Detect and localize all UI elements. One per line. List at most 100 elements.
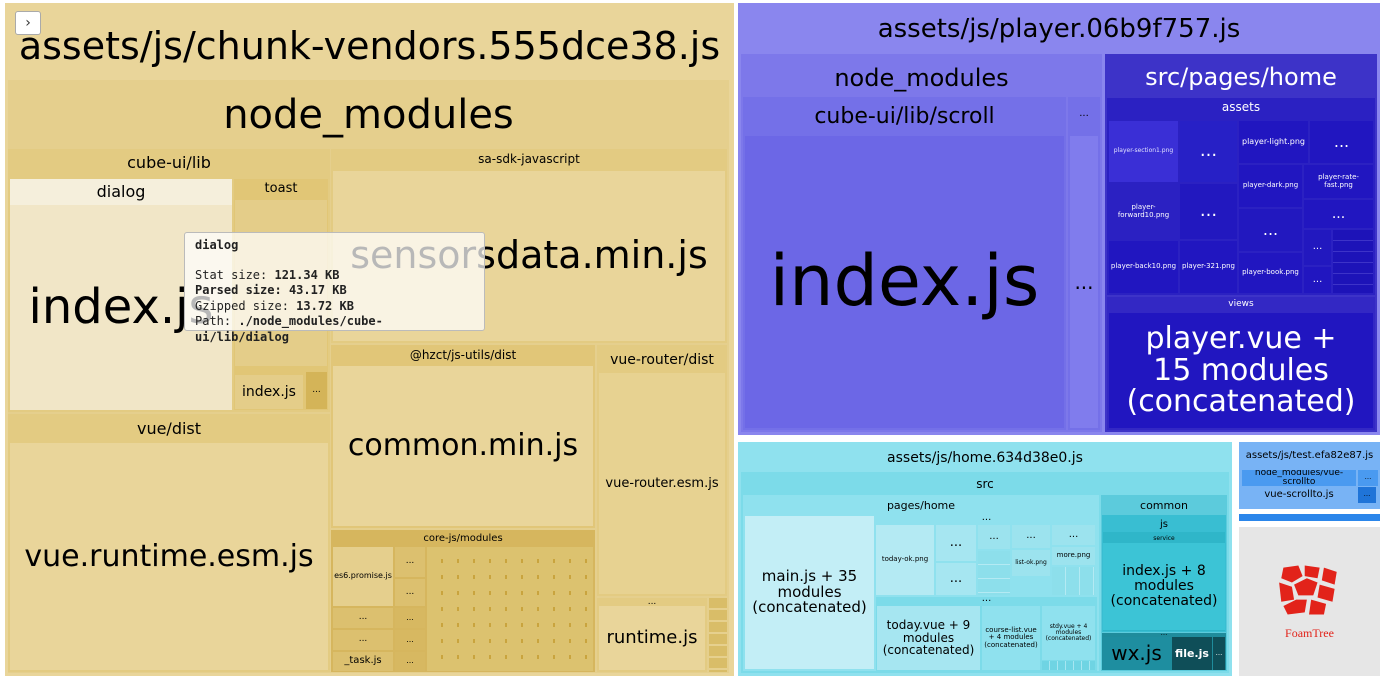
home-views-small[interactable] <box>1042 661 1095 670</box>
main-js-file[interactable]: main.js + 35 modules (concatenated) <box>745 516 874 669</box>
tooltip-gzip-value: 13.72 KB <box>296 298 354 313</box>
core-js-module-7[interactable]: ... <box>395 652 425 671</box>
asset-more-4[interactable]: ... <box>1304 200 1373 228</box>
home-asset-more-5[interactable]: ... <box>1052 525 1095 545</box>
scroll-index-file[interactable]: index.js <box>745 136 1064 428</box>
chunk-player-title: assets/js/player.06b9f757.js <box>877 14 1241 44</box>
list-ok-file[interactable]: list-ok.png <box>1012 550 1050 576</box>
home-views-more: ... <box>981 597 992 604</box>
tooltip-parsed-label: Parsed size: <box>195 283 282 297</box>
module-tooltip: dialog Stat size: 121.34 KB Parsed size:… <box>184 232 485 344</box>
wx-js-file[interactable]: wx.js <box>1103 637 1170 670</box>
test-nm-label[interactable]: node_modules/vue-scrollto <box>1242 470 1356 486</box>
tooltip-name: dialog <box>195 238 239 252</box>
sa-sdk-label: sa-sdk-javascript <box>478 152 580 166</box>
home-pages-home-label: pages/home <box>886 499 956 512</box>
vue-runtime-file[interactable]: vue.runtime.esm.js <box>10 443 328 670</box>
chunk-home-title: assets/js/home.634d38e0.js <box>887 450 1083 466</box>
scroll-label: cube-ui/lib/scroll <box>814 104 995 129</box>
file-js-file[interactable]: file.js <box>1172 637 1212 670</box>
task-file[interactable]: _task.js <box>333 652 393 671</box>
tooltip-stat-value: 121.34 KB <box>274 267 340 282</box>
asset-more-5[interactable]: ... <box>1239 209 1302 251</box>
scroll-more-label: ... <box>1079 108 1089 119</box>
home-src-label: src <box>976 477 994 491</box>
foamtree-label: FoamTree <box>1285 626 1334 640</box>
foamtree-logo-icon <box>1279 565 1337 615</box>
today-ok-file[interactable]: today-ok.png <box>876 525 934 595</box>
home-service-label: service <box>1153 535 1175 542</box>
player-node-modules-label: node_modules <box>834 64 1009 92</box>
es6-promise-file[interactable]: es6.promise.js <box>333 547 393 606</box>
runtime-file[interactable]: runtime.js <box>599 606 705 670</box>
vue-dist-label: vue/dist <box>136 419 202 438</box>
home-asset-more-2[interactable]: ... <box>936 563 976 595</box>
home-common-label: common <box>1140 499 1188 512</box>
player-views-label: views <box>1228 299 1254 309</box>
chevron-right-icon: › <box>25 15 31 31</box>
home-assets-more: ... <box>981 513 992 523</box>
core-js-small-modules[interactable] <box>427 547 593 671</box>
vue-router-esm-file[interactable]: vue-router.esm.js <box>599 373 725 594</box>
home-small-assets-2[interactable] <box>1052 567 1095 595</box>
chunk-test-title: assets/js/test.efa82e87.js <box>1245 450 1374 461</box>
toast-index-file[interactable]: index.js <box>235 375 303 409</box>
vue-scrollto-file[interactable]: vue-scrollto.js <box>1244 487 1354 503</box>
scroll-more-file[interactable]: ... <box>1070 136 1098 428</box>
asset-player-dark[interactable]: player-dark.png <box>1239 165 1302 207</box>
today-vue-file[interactable]: today.vue + 9 modules (concatenated) <box>877 606 980 670</box>
core-js-module-1[interactable]: ... <box>395 547 425 577</box>
chunk-vendors-title: assets/js/chunk-vendors.555dce38.js <box>18 24 721 68</box>
home-asset-more-1[interactable]: ... <box>936 525 976 561</box>
dialog-label: dialog <box>96 182 146 201</box>
stdy-vue-file[interactable]: stdy.vue + 4 modules (concatenated) <box>1042 606 1095 660</box>
core-js-module-5[interactable]: ... <box>395 608 425 628</box>
asset-player-section1[interactable]: player-section1.png <box>1109 121 1178 182</box>
test-file-more[interactable]: ... <box>1358 487 1376 503</box>
asset-small-grid[interactable] <box>1333 230 1373 293</box>
core-js-label: core-js/modules <box>423 533 503 544</box>
common-min-file[interactable]: common.min.js <box>333 366 593 526</box>
tooltip-path-label: Path: <box>195 314 232 328</box>
tooltip-gzip-label: Gzipped size: <box>195 298 289 313</box>
toast-more[interactable]: ... <box>306 372 327 409</box>
asset-player-book[interactable]: player-book.png <box>1239 253 1302 293</box>
home-small-assets[interactable] <box>978 551 1010 595</box>
player-vue-file[interactable]: player.vue + 15 modules (concatenated) <box>1109 313 1373 428</box>
core-js-module-3[interactable]: ... <box>333 608 393 628</box>
sidebar-toggle-button[interactable]: › <box>15 11 41 35</box>
vendors-node-modules-label: node_modules <box>223 92 514 138</box>
asset-player-forward10[interactable]: player-forward10.png <box>1109 184 1178 239</box>
asset-player-rate-fast[interactable]: player-rate-fast.png <box>1304 165 1373 198</box>
asset-player-321[interactable]: player-321.png <box>1180 241 1237 293</box>
asset-player-back10[interactable]: player-back10.png <box>1109 241 1178 293</box>
core-js-module-6[interactable]: ... <box>395 630 425 650</box>
asset-more-6[interactable]: ... <box>1304 230 1331 265</box>
core-js-module-2[interactable]: ... <box>395 579 425 606</box>
toast-label: toast <box>264 181 298 196</box>
service-index-file[interactable]: index.js + 8 modules (concatenated) <box>1103 543 1225 630</box>
tooltip-stat-label: Stat size: <box>195 267 268 282</box>
asset-more-1[interactable]: ... <box>1180 121 1237 182</box>
vue-router-label: vue-router/dist <box>610 352 714 368</box>
tooltip-parsed-value: 43.17 KB <box>288 283 347 297</box>
asset-player-light[interactable]: player-light.png <box>1239 121 1308 163</box>
asset-more-7[interactable]: ... <box>1304 267 1331 293</box>
player-assets-label: assets <box>1221 100 1261 114</box>
home-asset-more-3[interactable]: ... <box>978 525 1010 549</box>
course-list-file[interactable]: course-list.vue + 4 modules (concatenate… <box>982 606 1040 670</box>
runtime-small-modules[interactable] <box>709 598 727 672</box>
cube-ui-lib-label: cube-ui/lib <box>127 153 211 172</box>
foamtree-logo-cell[interactable]: FoamTree <box>1239 527 1380 676</box>
asset-more-3[interactable]: ... <box>1180 184 1237 239</box>
test-nm-more[interactable]: ... <box>1358 470 1378 486</box>
player-home-label: src/pages/home <box>1145 63 1337 91</box>
small-chunk-bar[interactable] <box>1239 514 1380 521</box>
home-js-label: js <box>1160 519 1168 530</box>
home-common-file-more[interactable]: ... <box>1213 637 1225 670</box>
asset-more-2[interactable]: ... <box>1310 121 1373 163</box>
js-utils-label: @hzct/js-utils/dist <box>409 348 517 362</box>
home-asset-more-4[interactable]: ... <box>1012 525 1050 548</box>
core-js-module-4[interactable]: ... <box>333 630 393 650</box>
more-png-file[interactable]: more.png <box>1052 547 1095 565</box>
